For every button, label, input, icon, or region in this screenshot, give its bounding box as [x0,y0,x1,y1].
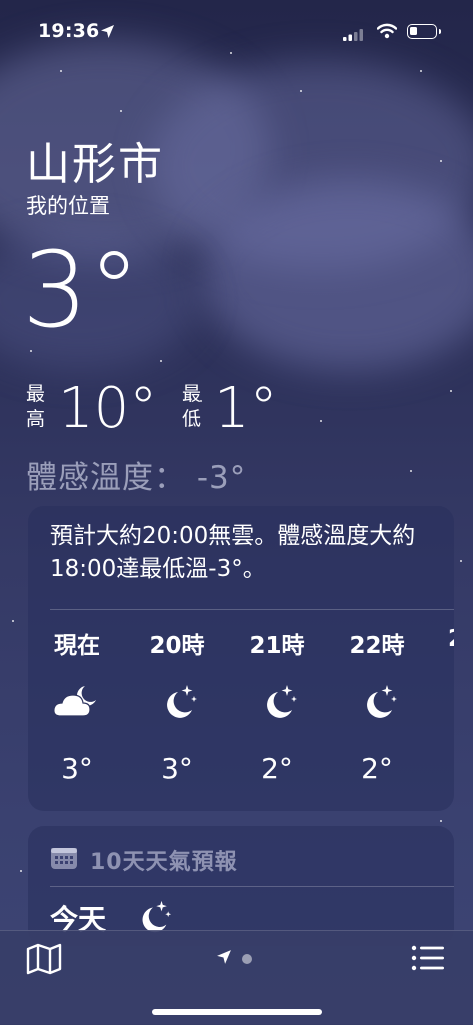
hour-label: 2 [432,626,454,656]
low-label: 最低 [182,383,202,430]
current-temperature: 3° [22,229,141,351]
battery-icon [407,24,441,39]
hour-item-21: 21時 2° [232,626,322,785]
hour-temp: 2° [361,752,393,785]
hour-item-22: 22時 2° [332,626,422,785]
hour-label: 21時 [249,633,305,659]
home-indicator[interactable] [152,1009,322,1015]
hour-label: 現在 [54,633,100,659]
list-icon[interactable] [410,943,446,977]
feels-like: 體感溫度： -3° [26,460,247,496]
hourly-forecast-card[interactable]: 預計大約20:00無雲。體感溫度大約18:00達最低溫-3°。 現在 3° 20… [28,506,454,811]
status-bar: 19:36 [0,18,473,46]
cellular-signal-icon [343,26,365,45]
hour-label: 20時 [149,633,205,659]
wifi-icon [376,23,398,43]
city-name: 山形市 [26,139,164,190]
high-temperature: 最高 10° [26,378,176,440]
hour-item-partial: 2 [432,626,454,656]
forecast-description: 預計大約20:00無雲。體感溫度大約18:00達最低溫-3°。 [50,523,416,582]
card-divider [50,609,454,610]
location-services-icon [100,24,115,43]
partly-cloudy-night-icon [32,682,122,724]
location-subtitle: 我的位置 [26,194,110,218]
bottom-toolbar [0,930,473,1025]
low-temperature: 最低 1° [182,378,302,440]
clear-night-icon [232,682,322,724]
low-value: 1° [214,376,278,441]
hour-item-20: 20時 3° [132,626,222,785]
card-divider [50,886,454,887]
hour-temp: 2° [261,752,293,785]
page-indicator[interactable] [216,949,252,969]
location-arrow-icon [216,949,232,969]
clear-night-icon [132,682,222,724]
hour-temp: 3° [161,752,193,785]
ten-day-forecast-card[interactable]: 10天天氣預報 今天 [28,826,454,946]
ten-day-title: 10天天氣預報 [90,850,238,875]
map-icon[interactable] [26,943,62,979]
hour-temp: 3° [61,752,93,785]
high-value: 10° [58,376,158,441]
hour-label: 22時 [349,633,405,659]
clear-night-icon [332,682,422,724]
hour-item-now: 現在 3° [32,626,122,785]
status-time: 19:36 [38,20,100,42]
calendar-icon [50,846,78,874]
high-label: 最高 [26,383,46,430]
page-dot [242,954,252,964]
